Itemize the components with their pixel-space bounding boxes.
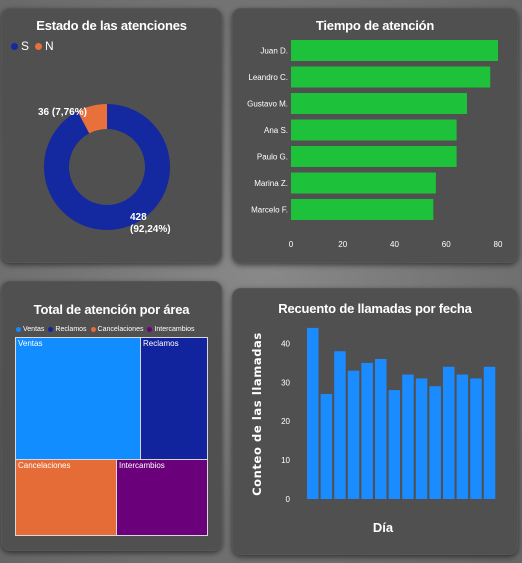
treemap-cell-cancelaciones[interactable]: Cancelaciones [15,459,117,536]
treemap-cell-ventas[interactable]: Ventas [15,337,141,460]
vbar-xlabel: Día [373,520,394,535]
treemap-label-reclamos: Reclamos [143,339,179,348]
hbar-chart: Juan D. Leandro C. Gustavo M. Ana S. Paulo G… [247,40,503,249]
treemap-cell-intercambios[interactable]: Intercambios [116,459,208,536]
legend-item-intercambios[interactable]: Intercambios [147,326,195,333]
tiempo-atencion-card: Tiempo de atención Juan D. Leandro C. Gust… [232,8,518,263]
hbar-xtick-3: 60 [442,240,451,249]
hbar-category-label-3: Ana S. [264,126,288,135]
vbar-bar-4 [361,362,373,499]
vbar-ytick-0: 0 [286,495,291,504]
legend-dot-cancelaciones [90,327,96,332]
vbar-bar-7 [402,374,414,499]
legend-label-intercambios: Intercambios [154,326,195,333]
donut-label-s-line-1: (92,24%) [130,224,171,235]
legend-dot-ventas [16,327,21,332]
vbar-bar-12 [470,378,482,499]
hbar-bar-6 [291,199,434,220]
donut-label-n: 36 (7,76%) [38,107,87,118]
hbar-category-label-0: Juan D. [260,47,288,56]
hbar-bar-1 [291,66,491,88]
estado-atenciones-card: Estado de las atenciones S N 36 (7,76%) 4… [1,8,222,263]
hbar-bar-4 [291,146,457,167]
hbar-xtick-0: 0 [289,240,294,249]
legend-dot-reclamos [48,327,54,332]
hbar-xtick-2: 40 [390,240,399,249]
legend-dot-intercambios [147,327,153,332]
vbar-bar-11 [456,374,469,499]
vbar-bar-0 [307,327,319,499]
vbar-bar-9 [429,386,441,499]
legend-label-reclamos: Reclamos [55,326,87,333]
legend-label-cancelaciones: Cancelaciones [97,326,144,333]
hbar-bar-5 [291,172,436,194]
vbar-bar-6 [388,390,401,499]
vbar-bar-13 [483,366,496,499]
recuento-llamadas-card: Recuento de llamadas por fecha 0 10 20 30 40… [232,288,518,555]
treemap-label-cancelaciones: Cancelaciones [18,461,71,470]
hbar-bar-0 [291,40,498,61]
hbar-category-label-5: Marina Z. [254,179,288,188]
hbar-category-label-6: Marcelo F. [251,206,288,215]
treemap-cell-reclamos[interactable]: Reclamos [140,337,208,460]
hbar-category-label-2: Gustavo M. [247,100,288,109]
vbar-ytick-1: 10 [281,456,290,465]
legend-item-reclamos[interactable]: Reclamos [48,326,87,333]
hbar-category-label-1: Leandro C. [248,73,288,82]
vbar-ytick-3: 30 [281,378,290,387]
donut-chart: 36 (7,76%) 428(92,24%) [38,104,171,235]
vbar-chart: 0 10 20 30 40 Conteo de las llamadas Día [250,327,496,535]
legend-label-ventas: Ventas [23,326,45,333]
donut-label-s-line-0: 428 [130,212,147,223]
hbar-xtick-4: 80 [494,240,503,249]
treemap-label-ventas: Ventas [18,339,43,348]
hbar-bar-3 [291,119,457,141]
vbar-bar-10 [443,366,455,499]
vbar-bar-2 [334,351,346,499]
vbar-bar-1 [320,394,333,499]
atencion-area-card: Total de atención por área Ventas Reclam… [1,281,222,551]
vbar-bar-3 [347,370,360,499]
hbar-bar-2 [291,93,467,114]
treemap-chart-title: Total de atención por área [33,302,190,317]
vbar-bar-5 [375,359,387,499]
vbar-bar-8 [415,378,428,499]
vbar-ylabel: Conteo de las llamadas [250,332,264,496]
treemap-label-intercambios: Intercambios [119,461,165,470]
vbar-ytick-2: 20 [281,417,290,426]
legend-item-cancelaciones[interactable]: Cancelaciones [90,326,144,333]
legend-item-ventas[interactable]: Ventas [16,326,44,333]
treemap-legend: Ventas Reclamos Cancelaciones Intercambi… [16,326,195,333]
vbar-ytick-4: 40 [281,339,290,348]
hbar-category-label-4: Paulo G. [257,153,288,162]
hbar-xtick-1: 20 [338,240,347,249]
